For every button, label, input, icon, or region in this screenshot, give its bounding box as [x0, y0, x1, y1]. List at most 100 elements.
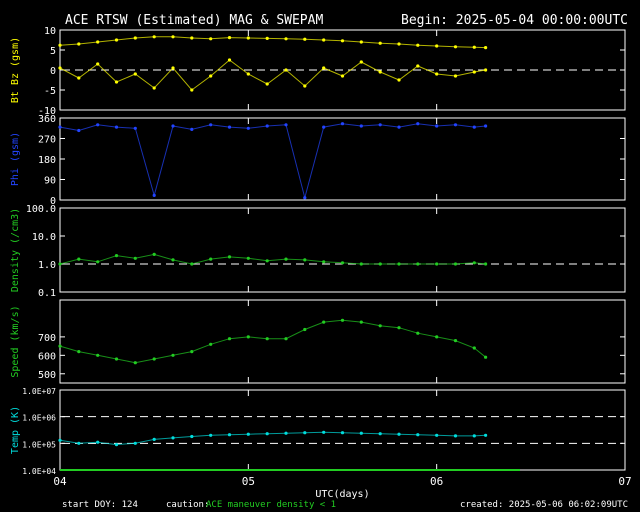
x-tick-label: 05 — [242, 475, 255, 488]
data-point-phi — [171, 124, 175, 128]
data-point-phi — [58, 125, 62, 129]
panel-2: 360270180900Phi (gsm) — [10, 114, 626, 207]
x-tick-label: 07 — [618, 475, 631, 488]
data-point-phi — [303, 196, 307, 200]
data-point-phi — [133, 126, 137, 130]
panel-3: 100.0 10.0 1.0 0.1 Density (/cm3) — [10, 204, 626, 299]
data-point-density — [133, 256, 137, 260]
data-point-bz — [227, 58, 232, 62]
data-point-bz — [303, 84, 307, 88]
data-point-density — [484, 262, 488, 266]
data-point-speed — [209, 342, 213, 346]
data-point-bt — [340, 39, 345, 43]
data-point-temp — [416, 433, 420, 437]
data-point-bz — [133, 72, 137, 76]
y-tick-label: 270 — [38, 135, 56, 146]
data-point-phi — [378, 123, 382, 127]
caution-bar — [60, 469, 520, 471]
data-point-phi — [246, 126, 250, 130]
y-tick-label: -5 — [44, 86, 56, 97]
data-point-bz — [190, 88, 194, 92]
data-point-bt — [359, 40, 363, 44]
data-point-bt — [190, 36, 194, 40]
data-point-temp — [265, 432, 269, 436]
data-point-speed — [340, 318, 345, 322]
series-speed-line — [59, 319, 486, 364]
data-point-density — [378, 262, 382, 266]
data-point-temp — [96, 440, 100, 444]
data-point-phi — [114, 125, 119, 129]
data-point-temp — [472, 434, 476, 438]
y-axis-label: Density (/cm3) — [10, 208, 21, 292]
x-tick-label: 06 — [430, 475, 443, 488]
panel-frame — [59, 117, 626, 201]
data-point-bt — [77, 42, 81, 46]
data-point-bt — [265, 36, 269, 41]
data-point-density — [171, 258, 175, 262]
data-point-temp — [322, 430, 326, 434]
data-point-phi — [227, 125, 232, 129]
data-point-density — [416, 262, 420, 266]
data-point-speed — [171, 353, 175, 357]
data-point-phi — [209, 123, 213, 127]
begin-time: Begin: 2025-05-04 00:00:00UTC — [401, 13, 628, 28]
data-point-phi — [190, 127, 194, 131]
series-temp-line — [59, 431, 486, 446]
chart-title: ACE RTSW (Estimated) MAG & SWEPAM — [65, 13, 323, 28]
data-point-bt — [58, 43, 62, 47]
panel-4: 700 600 500 Speed (km/s) — [10, 299, 626, 384]
data-point-speed — [484, 355, 488, 359]
data-point-phi — [340, 122, 345, 126]
data-point-speed — [96, 353, 100, 357]
data-point-speed — [58, 344, 62, 348]
data-point-bz — [209, 74, 213, 78]
y-tick-label: 360 — [38, 114, 56, 125]
y-tick-label: 90 — [44, 176, 56, 187]
data-point-bz — [246, 72, 250, 76]
series-bt-line — [59, 36, 486, 49]
data-point-bz — [435, 72, 439, 76]
data-point-phi — [435, 124, 439, 128]
data-point-bt — [322, 38, 326, 42]
y-tick-label: 100.0 — [26, 204, 56, 215]
data-point-phi — [96, 123, 100, 127]
data-point-density — [435, 262, 439, 266]
data-point-phi — [397, 125, 401, 129]
data-point-speed — [265, 337, 269, 341]
data-point-bz — [340, 74, 345, 78]
data-point-temp — [303, 431, 307, 435]
y-axis-label: Speed (km/s) — [10, 305, 21, 377]
data-point-bz — [378, 70, 382, 74]
created-time: created: 2025-05-06 06:02:09UTC — [460, 500, 628, 510]
data-point-bt — [114, 38, 119, 42]
data-point-density — [284, 257, 288, 261]
data-point-speed — [397, 326, 401, 330]
panel-frame — [59, 299, 626, 384]
data-point-temp — [209, 433, 213, 437]
data-point-density — [340, 261, 345, 265]
data-point-speed — [322, 320, 326, 324]
data-point-temp — [435, 433, 439, 437]
data-point-phi — [77, 128, 81, 133]
data-point-bz — [472, 70, 476, 74]
y-tick-label: 1.0 — [38, 260, 56, 271]
data-point-bz — [96, 62, 100, 66]
data-point-bz — [453, 74, 458, 78]
data-point-temp — [114, 443, 119, 447]
y-tick-label: 1.0E+06 — [22, 414, 56, 423]
y-tick-label: 1.0E+05 — [22, 440, 56, 449]
data-point-bt — [472, 45, 476, 49]
panel-frame — [59, 207, 626, 293]
data-point-bz — [265, 82, 269, 86]
data-point-phi — [472, 125, 476, 129]
data-point-bz — [359, 60, 363, 64]
series-bz-line — [59, 59, 486, 91]
data-point-speed — [77, 350, 81, 354]
x-axis: 04 05 06 07 UTC(days) — [53, 475, 631, 500]
data-point-density — [322, 260, 326, 264]
caution-label: caution: — [166, 500, 209, 510]
data-point-temp — [190, 434, 194, 439]
data-point-bt — [397, 42, 401, 46]
data-point-speed — [246, 335, 250, 339]
caution-text: ACE maneuver density < 1 — [206, 500, 336, 510]
